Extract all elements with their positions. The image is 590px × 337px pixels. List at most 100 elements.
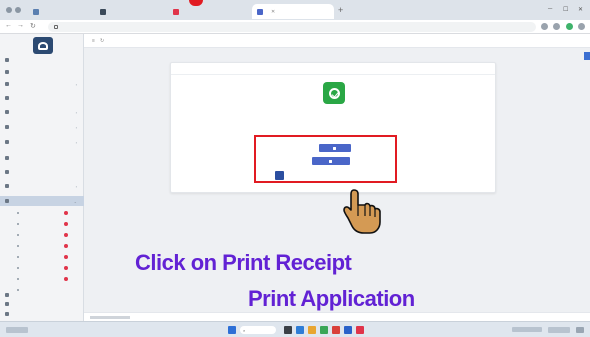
sidebar-item[interactable]	[0, 67, 84, 77]
status-dot	[64, 243, 68, 248]
instruction-line-1: Click on Print Receipt	[135, 250, 352, 275]
sidebar-item-icon	[5, 302, 9, 306]
bullet-icon	[17, 222, 19, 225]
sidebar-item[interactable]: ›	[0, 137, 84, 147]
status-dot	[64, 221, 68, 226]
side-panel-toggle[interactable]	[584, 52, 590, 60]
success-check-icon	[323, 82, 345, 104]
menu-icon[interactable]	[578, 23, 585, 30]
sidebar-item[interactable]: ›	[0, 79, 84, 89]
bullet-icon	[17, 244, 19, 247]
start-icon[interactable]	[228, 326, 236, 334]
sidebar-subitem[interactable]	[0, 230, 84, 239]
taskbar-app-icon[interactable]	[332, 326, 340, 334]
browser-tab[interactable]	[95, 4, 165, 19]
sidebar-item[interactable]	[0, 153, 84, 163]
card-divider	[171, 74, 495, 75]
sidebar-subitem[interactable]	[0, 252, 84, 261]
taskbar-search[interactable]: ⌕	[240, 326, 276, 334]
browser-toolbar: ← → ↻	[0, 20, 590, 34]
system-tray[interactable]	[512, 327, 542, 332]
sidebar: › › › › › ⌄	[0, 34, 84, 321]
logo-icon	[33, 37, 53, 54]
notification-icon[interactable]	[576, 327, 584, 333]
extensions-icon[interactable]	[553, 23, 560, 30]
sidebar-item-icon	[5, 140, 9, 144]
file-explorer-icon[interactable]	[308, 326, 316, 334]
browser-tab-active[interactable]: ✕	[252, 4, 334, 19]
taskbar-app-icon[interactable]	[320, 326, 328, 334]
address-bar[interactable]	[48, 22, 536, 32]
clock[interactable]	[548, 327, 570, 333]
task-view-icon[interactable]	[284, 326, 292, 334]
sidebar-subitem[interactable]	[0, 208, 84, 217]
sidebar-subitem[interactable]	[0, 219, 84, 228]
close-tab-icon[interactable]: ✕	[271, 9, 275, 15]
sidebar-item-icon	[5, 96, 9, 100]
sidebar-item-icon	[5, 199, 9, 203]
taskbar-app-icon[interactable]	[344, 326, 352, 334]
window-menu-icon[interactable]	[6, 7, 12, 13]
profile-avatar-icon[interactable]	[566, 23, 573, 30]
lock-icon	[54, 25, 58, 29]
instruction-line-2: Print Application	[248, 286, 415, 311]
sidebar-subitem[interactable]	[0, 274, 84, 283]
sidebar-item-icon	[5, 110, 9, 114]
bullet-icon	[17, 255, 19, 258]
sidebar-item-icon	[5, 70, 9, 74]
sidebar-item[interactable]	[0, 167, 84, 177]
tab-search-icon[interactable]	[15, 7, 21, 13]
browser-tab-strip: ✕ + ─ ☐ ✕	[0, 0, 590, 20]
sidebar-item-icon	[5, 293, 9, 297]
minimize-icon[interactable]: ─	[548, 6, 552, 12]
status-dot	[64, 254, 68, 259]
sidebar-item-icon	[5, 156, 9, 160]
maximize-icon[interactable]: ☐	[563, 6, 568, 13]
tab-favicon-icon	[257, 8, 263, 15]
tab-favicon-icon	[33, 8, 39, 15]
weather-widget[interactable]	[6, 327, 28, 333]
bullet-icon	[17, 266, 19, 269]
page-footer	[84, 312, 590, 321]
status-dot	[64, 232, 68, 237]
refresh-icon[interactable]: ↻	[100, 38, 104, 44]
sidebar-item[interactable]: ›	[0, 107, 84, 117]
back-icon[interactable]: ←	[5, 22, 12, 29]
sidebar-item[interactable]: ›	[0, 181, 84, 191]
chevron-right-icon: ›	[75, 124, 77, 130]
sidebar-item-active[interactable]: ⌄	[0, 196, 84, 206]
bookmark-icon[interactable]	[541, 23, 548, 30]
content-header: ≡ ↻	[84, 34, 590, 48]
status-dot	[64, 210, 68, 215]
sidebar-item[interactable]	[0, 299, 84, 309]
sidebar-item[interactable]	[0, 93, 84, 103]
chevron-right-icon: ›	[75, 139, 77, 145]
taskbar-app-icon[interactable]	[356, 326, 364, 334]
sidebar-subitem[interactable]	[0, 263, 84, 272]
new-tab-icon[interactable]: +	[338, 6, 343, 15]
browser-tab[interactable]	[168, 4, 248, 19]
bullet-icon	[17, 277, 19, 280]
highlight-box	[254, 135, 397, 183]
sidebar-item[interactable]	[0, 55, 84, 65]
sidebar-item-icon	[5, 82, 9, 86]
search-icon: ⌕	[243, 327, 246, 333]
forward-icon[interactable]: →	[17, 22, 24, 29]
reload-icon[interactable]: ↻	[30, 22, 36, 30]
close-window-icon[interactable]: ✕	[578, 6, 583, 13]
sidebar-subitem[interactable]	[0, 241, 84, 250]
tab-favicon-icon	[173, 8, 179, 15]
hamburger-menu-icon[interactable]: ≡	[92, 38, 95, 44]
sidebar-item-icon	[5, 312, 9, 316]
chevron-down-icon: ⌄	[73, 198, 77, 204]
os-taskbar: ⌕	[0, 321, 590, 337]
browser-tab[interactable]	[28, 4, 92, 19]
sidebar-item-icon	[5, 58, 9, 62]
sidebar-item[interactable]	[0, 309, 84, 319]
bullet-icon	[17, 233, 19, 236]
sidebar-item[interactable]: ›	[0, 122, 84, 132]
tab-favicon-icon	[100, 8, 106, 15]
taskbar-app-icon[interactable]	[296, 326, 304, 334]
pointing-hand-icon	[343, 189, 381, 234]
chevron-right-icon: ›	[75, 183, 77, 189]
